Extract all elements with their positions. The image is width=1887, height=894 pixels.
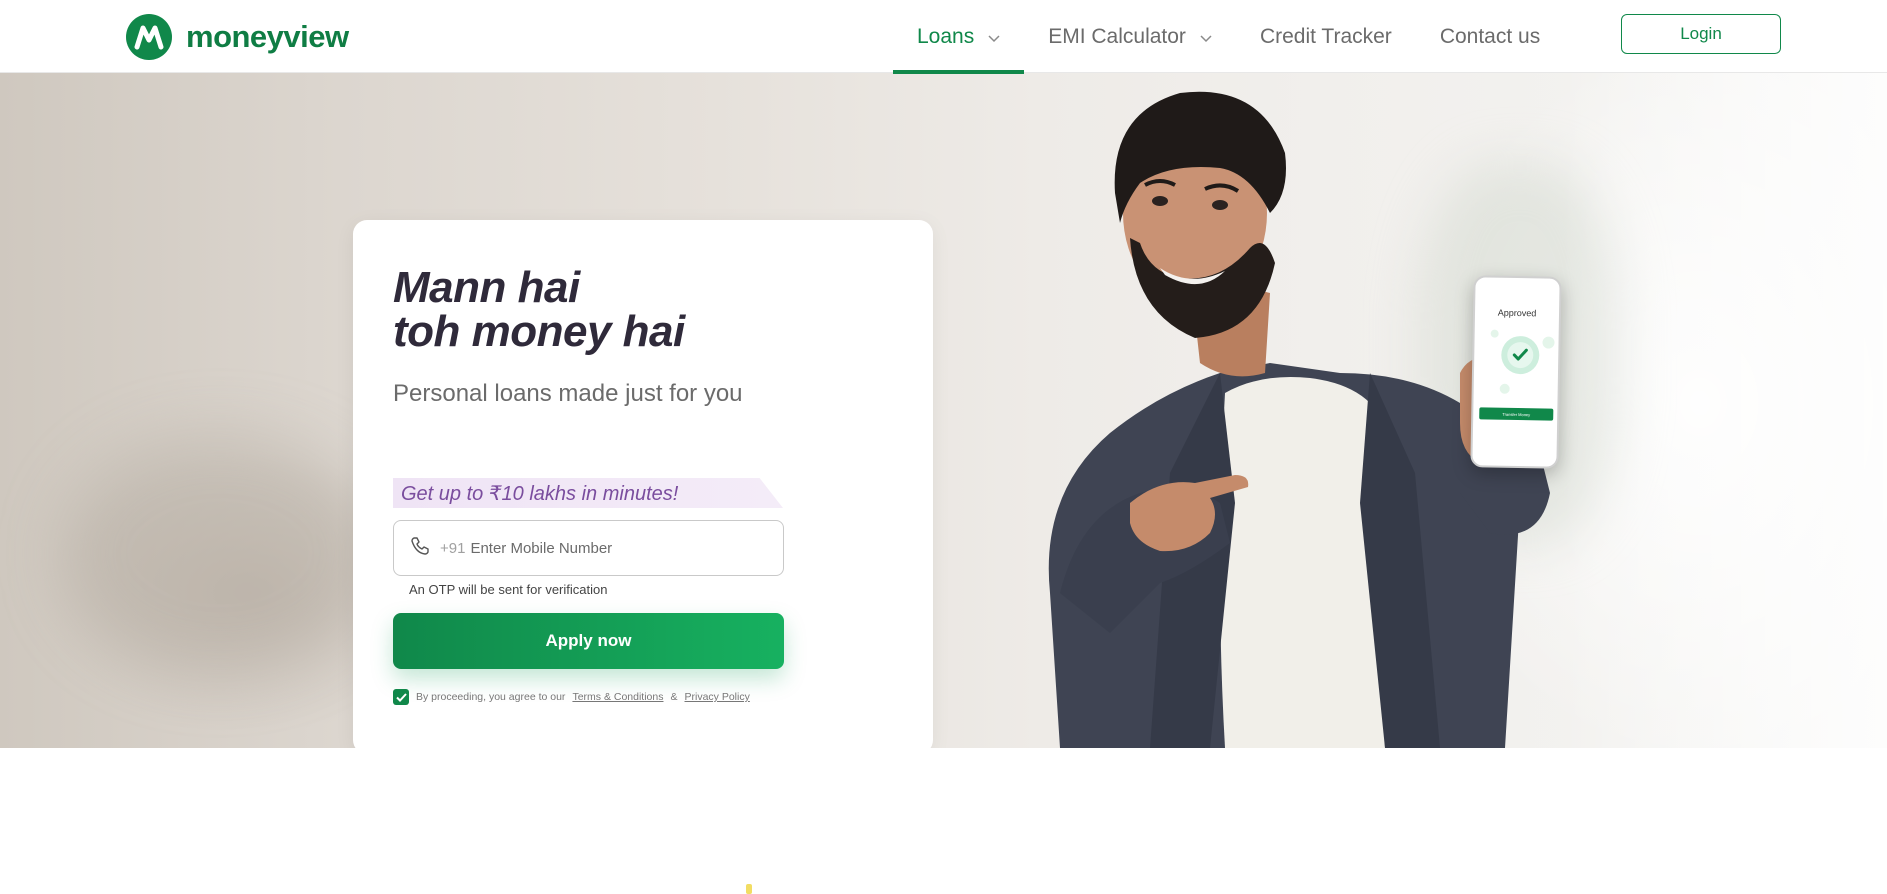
main-nav: Loans EMI Calculator Credit Tracker Cont…	[893, 0, 1564, 74]
consent-checkbox[interactable]	[393, 689, 409, 705]
nav-item-contact-us[interactable]: Contact us	[1416, 0, 1564, 73]
logo-icon	[126, 14, 172, 60]
login-button[interactable]: Login	[1621, 14, 1781, 54]
decorative-dot	[1499, 383, 1510, 394]
country-code: +91	[440, 539, 466, 557]
nav-item-label: Loans	[917, 24, 975, 48]
phone-icon	[410, 536, 430, 561]
loan-signup-card: Mann hai toh money hai Personal loans ma…	[353, 220, 933, 748]
headline-line-2: toh money hai	[393, 307, 685, 356]
nav-item-label: EMI Calculator	[1048, 24, 1186, 48]
decorative-sparkle	[746, 884, 752, 894]
nav-item-label: Credit Tracker	[1259, 24, 1392, 48]
headline-line-1: Mann hai	[393, 263, 580, 312]
nav-item-emi-calculator[interactable]: EMI Calculator	[1024, 0, 1236, 73]
consent-text: By proceeding, you agree to our	[416, 691, 566, 703]
hero-headline: Mann hai toh money hai	[393, 266, 685, 354]
decorative-dot	[1490, 329, 1499, 338]
offer-text: Get up to ₹10 lakhs in minutes!	[401, 482, 679, 505]
nav-item-loans[interactable]: Loans	[893, 0, 1025, 74]
terms-link[interactable]: Terms & Conditions	[572, 691, 663, 703]
phone-mockup-button: Transfer Money	[1479, 407, 1554, 421]
consent-row: By proceeding, you agree to our Terms & …	[393, 689, 750, 705]
privacy-policy-link[interactable]: Privacy Policy	[685, 691, 750, 703]
apply-now-button[interactable]: Apply now	[393, 613, 784, 669]
mobile-number-field[interactable]: +91	[393, 520, 784, 576]
approved-check-icon	[1500, 335, 1540, 375]
consent-and: &	[670, 691, 678, 703]
nav-item-label: Contact us	[1439, 24, 1541, 48]
logo[interactable]: moneyview	[126, 14, 349, 60]
background-blur	[60, 433, 380, 673]
phone-mockup: Approved Transfer Money	[1470, 275, 1562, 469]
offer-banner: Get up to ₹10 lakhs in minutes!	[393, 478, 783, 508]
chevron-down-icon	[988, 25, 1000, 49]
decorative-dot	[1542, 336, 1555, 349]
mobile-number-input[interactable]	[470, 539, 751, 557]
check-icon	[395, 692, 407, 702]
site-header: moneyview Loans EMI Calculator Credit Tr…	[0, 0, 1887, 74]
chevron-down-icon	[1200, 25, 1212, 49]
hero-subheadline: Personal loans made just for you	[393, 380, 743, 407]
phone-mockup-title: Approved	[1497, 307, 1537, 319]
hero-banner: Approved Transfer Money Mann hai toh mon…	[0, 73, 1887, 748]
logo-text: moneyview	[186, 19, 349, 54]
nav-item-credit-tracker[interactable]: Credit Tracker	[1236, 0, 1416, 73]
otp-note: An OTP will be sent for verification	[409, 582, 608, 597]
